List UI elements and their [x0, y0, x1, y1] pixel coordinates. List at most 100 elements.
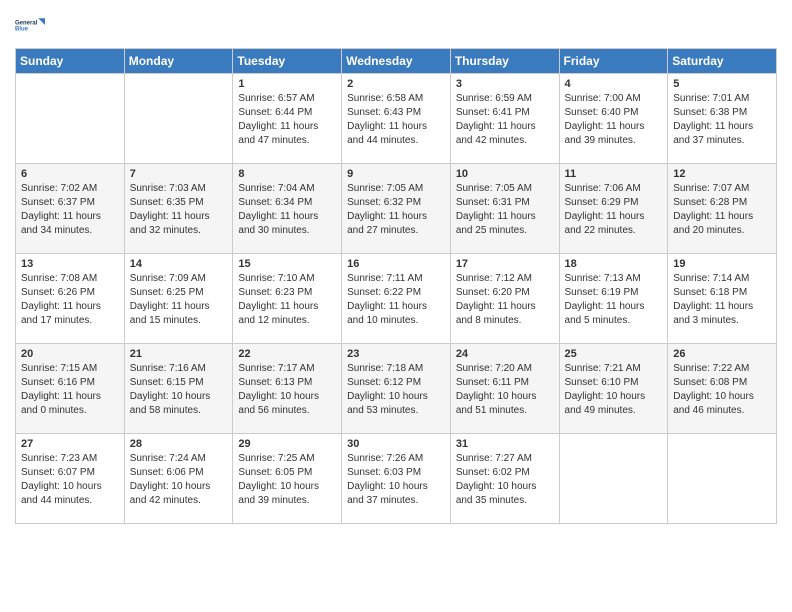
calendar-cell: 18 Sunrise: 7:13 AM Sunset: 6:19 PM Dayli…	[559, 254, 668, 344]
cell-content: Sunrise: 7:00 AM Sunset: 6:40 PM Dayligh…	[565, 92, 663, 148]
calendar-cell: 9 Sunrise: 7:05 AM Sunset: 6:32 PM Daylig…	[342, 164, 451, 254]
cell-content: Sunrise: 7:21 AM Sunset: 6:10 PM Dayligh…	[565, 362, 663, 418]
day-number: 12	[673, 168, 771, 180]
day-header-friday: Friday	[559, 49, 668, 74]
cell-content: Sunrise: 7:04 AM Sunset: 6:34 PM Dayligh…	[238, 182, 336, 238]
calendar-cell	[124, 74, 233, 164]
cell-content: Sunrise: 6:59 AM Sunset: 6:41 PM Dayligh…	[456, 92, 554, 148]
cell-content: Sunrise: 7:01 AM Sunset: 6:38 PM Dayligh…	[673, 92, 771, 148]
cell-content: Sunrise: 7:23 AM Sunset: 6:07 PM Dayligh…	[21, 452, 119, 508]
day-number: 9	[347, 168, 445, 180]
cell-content: Sunrise: 7:27 AM Sunset: 6:02 PM Dayligh…	[456, 452, 554, 508]
calendar-cell: 29Sunrise: 7:25 AM Sunset: 6:05 PM Dayli…	[233, 434, 342, 524]
calendar-cell	[16, 74, 125, 164]
calendar-cell: 2 Sunrise: 6:58 AM Sunset: 6:43 PM Daylig…	[342, 74, 451, 164]
day-number: 16	[347, 258, 445, 270]
calendar-cell: 23 Sunrise: 7:18 AM Sunset: 6:12 PM Dayli…	[342, 344, 451, 434]
svg-text:General: General	[15, 20, 38, 26]
day-number: 29	[238, 438, 336, 450]
day-number: 5	[673, 78, 771, 90]
day-number: 21	[130, 348, 228, 360]
cell-content: Sunrise: 7:22 AM Sunset: 6:08 PM Dayligh…	[673, 362, 771, 418]
calendar-cell: 15 Sunrise: 7:10 AM Sunset: 6:23 PM Dayli…	[233, 254, 342, 344]
day-header-saturday: Saturday	[668, 49, 777, 74]
cell-content: Sunrise: 7:06 AM Sunset: 6:29 PM Dayligh…	[565, 182, 663, 238]
cell-content: Sunrise: 7:08 AM Sunset: 6:26 PM Dayligh…	[21, 272, 119, 328]
calendar-cell: 25 Sunrise: 7:21 AM Sunset: 6:10 PM Dayli…	[559, 344, 668, 434]
day-number: 18	[565, 258, 663, 270]
calendar-cell: 8Sunrise: 7:04 AM Sunset: 6:34 PM Daylig…	[233, 164, 342, 254]
cell-content: Sunrise: 7:26 AM Sunset: 6:03 PM Dayligh…	[347, 452, 445, 508]
calendar-cell: 14 Sunrise: 7:09 AM Sunset: 6:25 PM Dayli…	[124, 254, 233, 344]
cell-content: Sunrise: 6:57 AM Sunset: 6:44 PM Dayligh…	[238, 92, 336, 148]
cell-content: Sunrise: 7:10 AM Sunset: 6:23 PM Dayligh…	[238, 272, 336, 328]
calendar-cell: 5 Sunrise: 7:01 AM Sunset: 6:38 PM Daylig…	[668, 74, 777, 164]
calendar-cell	[668, 434, 777, 524]
day-number: 31	[456, 438, 554, 450]
day-number: 13	[21, 258, 119, 270]
calendar-cell: 22 Sunrise: 7:17 AM Sunset: 6:13 PM Dayli…	[233, 344, 342, 434]
calendar-cell: 27 Sunrise: 7:23 AM Sunset: 6:07 PM Dayli…	[16, 434, 125, 524]
calendar-cell: 26 Sunrise: 7:22 AM Sunset: 6:08 PM Dayli…	[668, 344, 777, 434]
logo: GeneralBlue	[15, 10, 45, 40]
day-number: 23	[347, 348, 445, 360]
day-number: 2	[347, 78, 445, 90]
day-header-wednesday: Wednesday	[342, 49, 451, 74]
cell-content: Sunrise: 7:11 AM Sunset: 6:22 PM Dayligh…	[347, 272, 445, 328]
calendar-cell: 13 Sunrise: 7:08 AM Sunset: 6:26 PM Dayli…	[16, 254, 125, 344]
cell-content: Sunrise: 7:07 AM Sunset: 6:28 PM Dayligh…	[673, 182, 771, 238]
day-number: 27	[21, 438, 119, 450]
day-number: 28	[130, 438, 228, 450]
day-header-thursday: Thursday	[450, 49, 559, 74]
day-header-monday: Monday	[124, 49, 233, 74]
day-number: 17	[456, 258, 554, 270]
day-number: 15	[238, 258, 336, 270]
calendar-cell: 30 Sunrise: 7:26 AM Sunset: 6:03 PM Dayli…	[342, 434, 451, 524]
cell-content: Sunrise: 7:14 AM Sunset: 6:18 PM Dayligh…	[673, 272, 771, 328]
cell-content: Sunrise: 7:16 AM Sunset: 6:15 PM Dayligh…	[130, 362, 228, 418]
day-number: 22	[238, 348, 336, 360]
calendar-cell: 12 Sunrise: 7:07 AM Sunset: 6:28 PM Dayli…	[668, 164, 777, 254]
day-header-tuesday: Tuesday	[233, 49, 342, 74]
calendar-cell: 20 Sunrise: 7:15 AM Sunset: 6:16 PM Dayli…	[16, 344, 125, 434]
svg-text:Blue: Blue	[15, 26, 29, 32]
calendar-cell: 28 Sunrise: 7:24 AM Sunset: 6:06 PM Dayli…	[124, 434, 233, 524]
day-number: 26	[673, 348, 771, 360]
cell-content: Sunrise: 7:09 AM Sunset: 6:25 PM Dayligh…	[130, 272, 228, 328]
day-header-sunday: Sunday	[16, 49, 125, 74]
cell-content: Sunrise: 7:12 AM Sunset: 6:20 PM Dayligh…	[456, 272, 554, 328]
cell-content: Sunrise: 7:05 AM Sunset: 6:32 PM Dayligh…	[347, 182, 445, 238]
cell-content: Sunrise: 7:15 AM Sunset: 6:16 PM Dayligh…	[21, 362, 119, 418]
day-number: 24	[456, 348, 554, 360]
day-number: 7	[130, 168, 228, 180]
cell-content: Sunrise: 7:18 AM Sunset: 6:12 PM Dayligh…	[347, 362, 445, 418]
calendar-cell: 6Sunrise: 7:02 AM Sunset: 6:37 PM Daylig…	[16, 164, 125, 254]
day-number: 30	[347, 438, 445, 450]
day-number: 25	[565, 348, 663, 360]
day-number: 3	[456, 78, 554, 90]
calendar-cell: 11 Sunrise: 7:06 AM Sunset: 6:29 PM Dayli…	[559, 164, 668, 254]
day-number: 6	[21, 168, 119, 180]
day-number: 19	[673, 258, 771, 270]
calendar-table: SundayMondayTuesdayWednesdayThursdayFrid…	[15, 48, 777, 524]
calendar-cell: 31 Sunrise: 7:27 AM Sunset: 6:02 PM Dayli…	[450, 434, 559, 524]
calendar-cell: 24Sunrise: 7:20 AM Sunset: 6:11 PM Dayli…	[450, 344, 559, 434]
day-number: 14	[130, 258, 228, 270]
day-number: 20	[21, 348, 119, 360]
cell-content: Sunrise: 7:17 AM Sunset: 6:13 PM Dayligh…	[238, 362, 336, 418]
cell-content: Sunrise: 6:58 AM Sunset: 6:43 PM Dayligh…	[347, 92, 445, 148]
calendar-cell	[559, 434, 668, 524]
calendar-cell: 17 Sunrise: 7:12 AM Sunset: 6:20 PM Dayli…	[450, 254, 559, 344]
calendar-cell: 10 Sunrise: 7:05 AM Sunset: 6:31 PM Dayli…	[450, 164, 559, 254]
logo-icon: GeneralBlue	[15, 10, 45, 40]
calendar-cell: 19 Sunrise: 7:14 AM Sunset: 6:18 PM Dayli…	[668, 254, 777, 344]
calendar-cell: 21 Sunrise: 7:16 AM Sunset: 6:15 PM Dayli…	[124, 344, 233, 434]
cell-content: Sunrise: 7:24 AM Sunset: 6:06 PM Dayligh…	[130, 452, 228, 508]
calendar-cell: 4 Sunrise: 7:00 AM Sunset: 6:40 PM Daylig…	[559, 74, 668, 164]
day-number: 4	[565, 78, 663, 90]
cell-content: Sunrise: 7:05 AM Sunset: 6:31 PM Dayligh…	[456, 182, 554, 238]
cell-content: Sunrise: 7:13 AM Sunset: 6:19 PM Dayligh…	[565, 272, 663, 328]
day-number: 11	[565, 168, 663, 180]
day-number: 10	[456, 168, 554, 180]
calendar-cell: 1Sunrise: 6:57 AM Sunset: 6:44 PM Daylig…	[233, 74, 342, 164]
